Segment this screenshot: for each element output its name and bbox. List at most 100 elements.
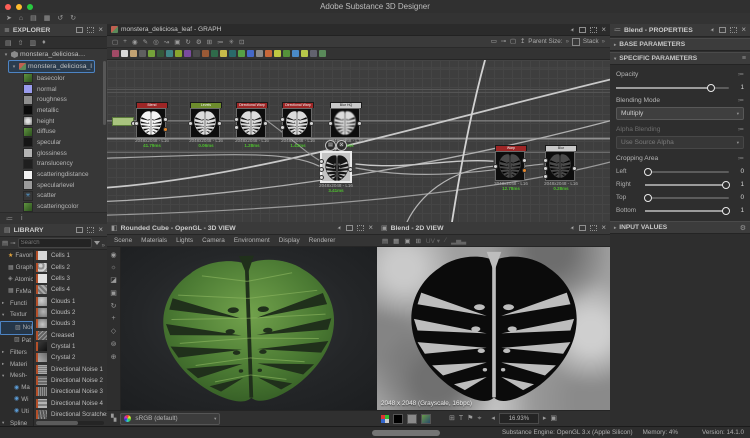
palette-node-button[interactable] bbox=[301, 50, 308, 57]
physics-icon[interactable]: ⊚ bbox=[111, 340, 117, 348]
pin-icon[interactable] bbox=[710, 27, 717, 34]
library-category[interactable]: ▦ Graph bbox=[0, 262, 33, 274]
parameter-menu-icon[interactable]: ≔ bbox=[738, 126, 744, 133]
float-icon[interactable] bbox=[76, 227, 83, 233]
library-item[interactable]: Clouds 1 bbox=[34, 295, 107, 306]
view3d-viewport[interactable]: ◉☼◪▣↻+◇⊚⊕ bbox=[107, 247, 377, 410]
folder-icon[interactable]: ▤ bbox=[2, 239, 8, 247]
crop-right-slider[interactable]: Right 1 bbox=[616, 181, 744, 188]
palette-node-button[interactable] bbox=[202, 50, 209, 57]
pin-icon[interactable] bbox=[337, 225, 344, 232]
crosshair-icon[interactable]: ⌖ bbox=[477, 415, 481, 422]
new-package-icon[interactable]: ⌂ bbox=[19, 15, 23, 22]
library-category[interactable]: Materi bbox=[0, 358, 33, 370]
badge-compare-icon[interactable]: ⊠ bbox=[336, 140, 347, 151]
output-row[interactable]: normal bbox=[0, 84, 107, 95]
zoom-icon[interactable]: ◎ bbox=[153, 38, 159, 46]
output-row[interactable]: basecolor bbox=[0, 73, 107, 84]
gizmo-scale-icon[interactable]: ◇ bbox=[111, 327, 116, 335]
palette-node-button[interactable] bbox=[265, 50, 272, 57]
palette-node-button[interactable] bbox=[310, 50, 317, 57]
library-category[interactable]: ◉ Wi bbox=[0, 394, 33, 406]
library-item[interactable]: Directional Noise 3 bbox=[34, 386, 107, 397]
palette-node-button[interactable] bbox=[184, 50, 191, 57]
palette-node-button[interactable] bbox=[292, 50, 299, 57]
maximize-icon[interactable] bbox=[357, 225, 364, 231]
gizmo-rotate-icon[interactable]: ↻ bbox=[111, 302, 117, 310]
tree-item-graph-selected[interactable]: monstera_deliciosa_l bbox=[8, 60, 95, 73]
library-category[interactable]: ▨ Noi bbox=[0, 321, 33, 335]
link-view-icon[interactable]: ⊸ bbox=[10, 239, 15, 247]
close-icon[interactable] bbox=[601, 224, 606, 232]
palette-node-button[interactable] bbox=[247, 50, 254, 57]
library-item[interactable]: Cells 2 bbox=[34, 261, 107, 272]
library-category[interactable]: Filters bbox=[0, 346, 33, 358]
expand-arrow-icon[interactable] bbox=[2, 373, 6, 379]
transform-icon[interactable]: ⊞ bbox=[207, 38, 212, 46]
parent-size-chevron-icon[interactable] bbox=[566, 38, 569, 45]
output-row[interactable]: roughness bbox=[0, 94, 107, 105]
export-icon[interactable]: ⇧ bbox=[18, 39, 24, 47]
library-category[interactable]: ◉ Ma bbox=[0, 382, 33, 394]
palette-node-button[interactable] bbox=[274, 50, 281, 57]
palette-node-button[interactable] bbox=[157, 50, 164, 57]
pin-icon[interactable] bbox=[570, 26, 577, 33]
filter-icon[interactable] bbox=[94, 241, 100, 245]
maximize-icon[interactable] bbox=[730, 27, 737, 33]
menu-item[interactable]: Lights bbox=[176, 237, 193, 244]
output-row[interactable]: translucency bbox=[0, 159, 107, 170]
gear-icon[interactable]: ⚙ bbox=[740, 224, 746, 232]
comment-icon[interactable]: ▭ bbox=[491, 38, 497, 45]
maximize-icon[interactable] bbox=[590, 27, 597, 33]
undo-icon[interactable]: ↺ bbox=[57, 15, 63, 22]
graph-node-blend[interactable]: Blend 2048x2048 - L16 41.79ms bbox=[136, 102, 168, 149]
light-icon[interactable]: ☼ bbox=[110, 264, 116, 271]
section-base-parameters[interactable]: BASE PARAMETERS bbox=[610, 38, 750, 51]
frame-all-icon[interactable]: ▢ bbox=[112, 38, 118, 46]
lock-icon[interactable]: ▣ bbox=[550, 415, 557, 422]
pan-icon[interactable]: + bbox=[123, 38, 127, 45]
library-category[interactable]: ▦ FxMa bbox=[0, 285, 33, 297]
output-row[interactable]: diffuse bbox=[0, 126, 107, 137]
section-specific-parameters[interactable]: SPECIFIC PARAMETERS ≡ bbox=[610, 52, 750, 65]
output-row[interactable]: specular bbox=[0, 137, 107, 148]
close-icon[interactable] bbox=[98, 226, 103, 234]
library-category[interactable]: ◈ Atomic bbox=[0, 274, 33, 286]
palette-node-button[interactable] bbox=[166, 50, 173, 57]
library-item[interactable]: Cells 4 bbox=[34, 284, 107, 295]
graph-node-directional-warp-2[interactable]: Directional Warp 2048x2048 - L16 1.43ms bbox=[282, 102, 314, 149]
library-category[interactable]: Textur bbox=[0, 309, 33, 321]
library-item[interactable]: Clouds 3 bbox=[34, 318, 107, 329]
close-icon[interactable] bbox=[98, 26, 103, 34]
display-settings-icon[interactable]: ▚ bbox=[111, 415, 116, 422]
menu-item[interactable]: Materials bbox=[141, 237, 167, 244]
menu-item[interactable]: Renderer bbox=[309, 237, 336, 244]
library-category[interactable]: ▨ Pat bbox=[0, 335, 33, 347]
library-item[interactable]: Clouds 2 bbox=[34, 307, 107, 318]
stack-chevron-icon[interactable] bbox=[602, 38, 605, 45]
flag-icon[interactable]: ⚑ bbox=[467, 415, 473, 422]
colorspace-dropdown[interactable]: sRGB (default) bbox=[120, 413, 220, 425]
environment-icon[interactable]: ◪ bbox=[110, 276, 117, 284]
float-icon[interactable] bbox=[579, 27, 586, 33]
histogram-icon[interactable]: ▂▅▃ bbox=[451, 237, 466, 245]
library-item[interactable]: Cells 1 bbox=[34, 250, 107, 261]
output-row[interactable]: scatteringdistance bbox=[0, 169, 107, 180]
palette-node-button[interactable] bbox=[130, 50, 137, 57]
explorer-scrollbar[interactable] bbox=[103, 61, 106, 125]
export-icon[interactable]: ▤ bbox=[382, 237, 388, 245]
atomic-nodes-icon[interactable]: ✳ bbox=[229, 38, 234, 46]
palette-node-button[interactable] bbox=[238, 50, 245, 57]
tree-filter-icon[interactable]: ≔ bbox=[6, 215, 13, 223]
palette-node-button[interactable] bbox=[211, 50, 218, 57]
float-icon[interactable] bbox=[346, 225, 353, 231]
palette-node-button[interactable] bbox=[148, 50, 155, 57]
view2d-viewport[interactable]: 2048 x 2048 (Grayscale, 16bpc) bbox=[377, 247, 610, 410]
expand-arrow-icon[interactable] bbox=[3, 52, 9, 58]
graph-node-blend-selected[interactable]: ▤ ⊠ 2048x2048 - L16 3.41ms bbox=[320, 151, 352, 194]
palette-node-button[interactable] bbox=[220, 50, 227, 57]
palette-node-button[interactable] bbox=[139, 50, 146, 57]
output-row[interactable]: ✳ scatter bbox=[0, 191, 107, 202]
close-icon[interactable] bbox=[741, 26, 746, 34]
output-row[interactable]: height bbox=[0, 116, 107, 127]
